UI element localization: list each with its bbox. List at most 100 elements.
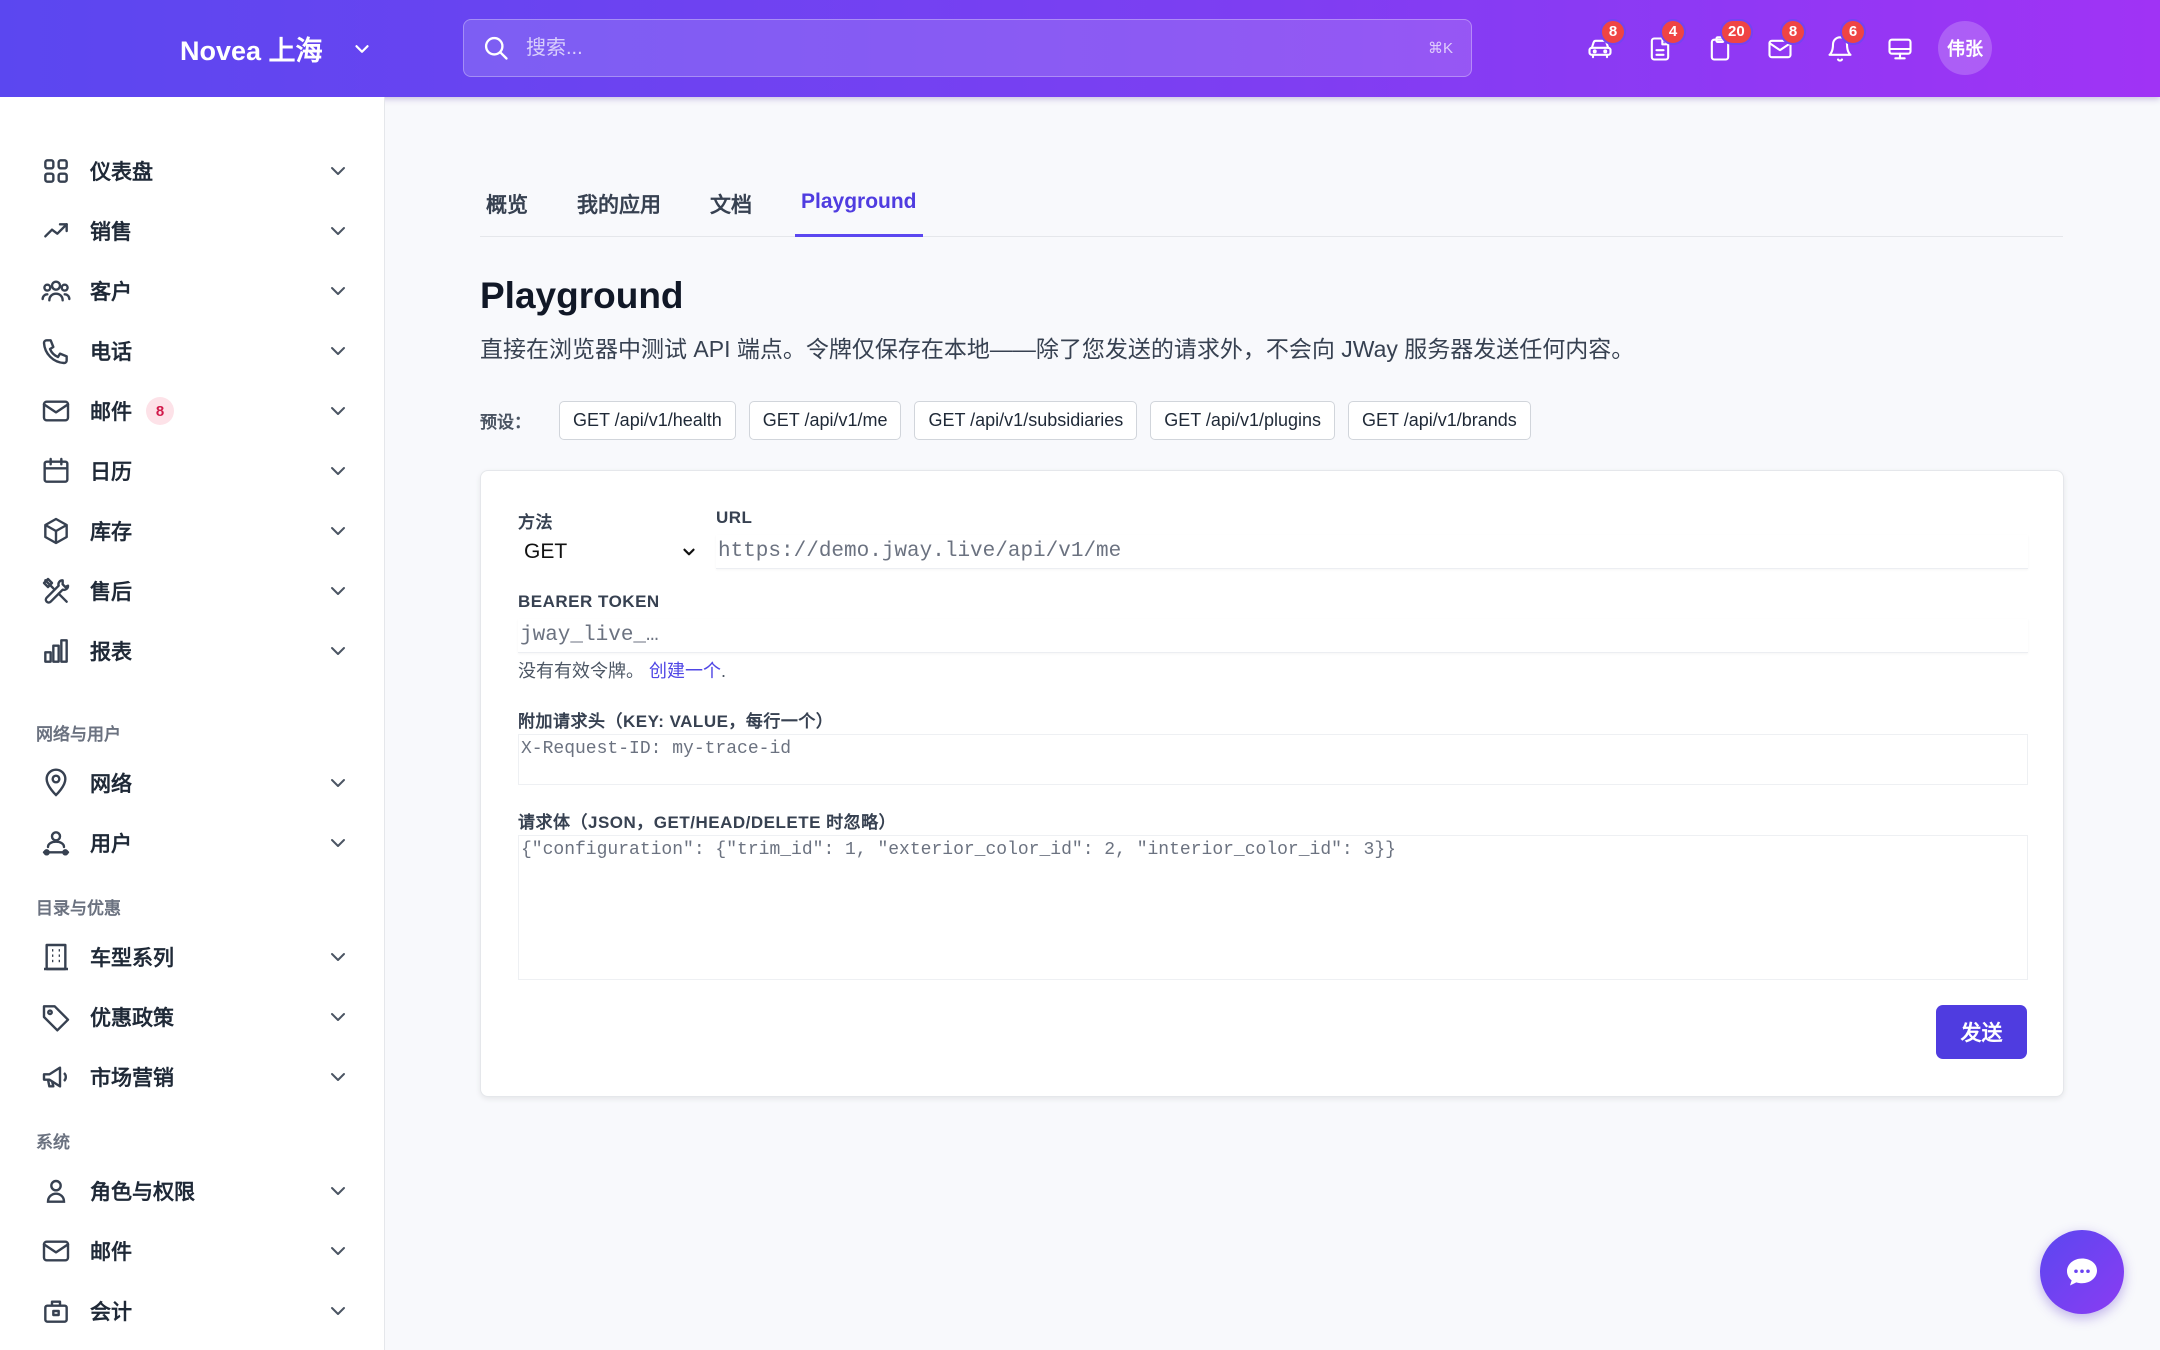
chevron-down-icon — [331, 167, 345, 175]
tag-icon — [40, 1001, 72, 1033]
monitor-icon — [1888, 38, 1912, 59]
user-icon — [40, 1175, 72, 1207]
sidebar-item-marketing[interactable]: 市场营销 — [40, 1049, 350, 1105]
preset-subsidiaries-button[interactable]: GET /api/v1/subsidiaries — [914, 400, 1138, 440]
briefcase-icon — [40, 1295, 72, 1327]
url-input[interactable]: https://demo.jway.live/api/v1/me — [716, 535, 2028, 569]
mail-icon — [40, 395, 72, 427]
sidebar-item-system-mail[interactable]: 邮件 — [40, 1223, 350, 1279]
sidebar-item-label: 优惠政策 — [90, 1007, 174, 1030]
mail-button[interactable]: 8 — [1750, 18, 1810, 79]
notifications-badge: 6 — [1840, 18, 1866, 45]
search-bar[interactable]: ⌘K — [463, 19, 1472, 77]
sidebar-item-roles[interactable]: 角色与权限 — [40, 1163, 350, 1219]
user-network-icon — [40, 827, 72, 859]
chevron-down-icon — [331, 527, 345, 535]
method-select[interactable]: GET — [518, 535, 704, 569]
chevron-down-icon — [331, 227, 345, 235]
headers-placeholder: X-Request-ID: my-trace-id — [521, 739, 792, 759]
notifications-button[interactable]: 6 — [1810, 18, 1870, 79]
sidebar-item-label: 报表 — [90, 641, 132, 664]
sidebar-item-calendar[interactable]: 日历 — [40, 443, 350, 499]
page-tabs: 概览 我的应用 文档 Playground — [480, 170, 2063, 237]
chevron-down-icon — [331, 287, 345, 295]
document-badge: 4 — [1660, 18, 1686, 45]
sidebar-item-label: 用户 — [90, 833, 132, 856]
presets-label: 预设： — [480, 412, 531, 432]
document-button[interactable]: 4 — [1630, 18, 1690, 79]
chevron-down-icon — [331, 467, 345, 475]
sidebar: 仪表盘 销售 客户 电话 邮件 8 日历 库存 售后 报表 网络与用户 网络 用… — [0, 97, 385, 1350]
brand-switcher[interactable]: Novea 上海 — [180, 0, 373, 97]
sidebar-item-label: 网络 — [90, 773, 132, 796]
sidebar-item-promotions[interactable]: 优惠政策 — [40, 989, 350, 1045]
sidebar-item-phone[interactable]: 电话 — [40, 323, 350, 379]
top-header: Novea 上海 ⌘K 8 4 20 8 6 伟张 — [0, 0, 2160, 97]
bearer-token-label: BEARER TOKEN — [518, 592, 660, 611]
chevron-down-icon — [331, 1073, 345, 1081]
tools-icon — [40, 575, 72, 607]
bar-chart-icon — [40, 635, 72, 667]
sidebar-item-after-sales[interactable]: 售后 — [40, 563, 350, 619]
sidebar-item-label: 邮件 — [90, 401, 132, 424]
tab-my-apps[interactable]: 我的应用 — [577, 170, 661, 237]
sidebar-item-label: 角色与权限 — [90, 1181, 195, 1204]
headers-label: 附加请求头（KEY: VALUE，每行一个） — [518, 712, 834, 731]
chevron-down-icon — [331, 839, 345, 847]
page-subtitle: 直接在浏览器中测试 API 端点。令牌仅保存在本地——除了您发送的请求外，不会向… — [480, 336, 1635, 362]
sidebar-item-inventory[interactable]: 库存 — [40, 503, 350, 559]
sidebar-item-models[interactable]: 车型系列 — [40, 929, 350, 985]
sidebar-item-label: 售后 — [90, 581, 132, 604]
headers-textarea[interactable]: X-Request-ID: my-trace-id — [518, 734, 2028, 785]
preset-health-button[interactable]: GET /api/v1/health — [559, 400, 736, 440]
chat-button[interactable] — [2040, 1230, 2124, 1314]
sidebar-item-users[interactable]: 用户 — [40, 815, 350, 871]
body-textarea[interactable]: {"configuration": {"trim_id": 1, "exteri… — [518, 835, 2028, 980]
header-icon-group: 8 4 20 8 6 — [1570, 0, 1930, 97]
url-placeholder: https://demo.jway.live/api/v1/me — [718, 540, 1122, 563]
sidebar-item-accounting[interactable]: 会计 — [40, 1283, 350, 1339]
body-label: 请求体（JSON，GET/HEAD/DELETE 时忽略） — [518, 813, 897, 832]
sidebar-item-dashboard[interactable]: 仪表盘 — [40, 143, 350, 199]
users-icon — [40, 275, 72, 307]
search-input[interactable] — [526, 36, 1428, 60]
sidebar-item-network[interactable]: 网络 — [40, 755, 350, 811]
user-avatar[interactable]: 伟张 — [1938, 21, 1992, 75]
bearer-token-placeholder: jway_live_… — [520, 624, 659, 647]
preset-plugins-button[interactable]: GET /api/v1/plugins — [1150, 400, 1336, 440]
phone-icon — [40, 335, 72, 367]
sidebar-item-sales[interactable]: 销售 — [40, 203, 350, 259]
sidebar-item-label: 日历 — [90, 461, 132, 484]
chevron-down-icon — [331, 779, 345, 787]
sidebar-item-customers[interactable]: 客户 — [40, 263, 350, 319]
send-button[interactable]: 发送 — [1936, 1005, 2027, 1059]
tab-playground[interactable]: Playground — [795, 170, 923, 237]
chevron-down-icon — [331, 347, 345, 355]
tab-overview[interactable]: 概览 — [486, 170, 528, 237]
sidebar-item-label: 库存 — [90, 521, 132, 544]
car-button[interactable]: 8 — [1570, 18, 1630, 79]
method-value: GET — [524, 540, 568, 563]
sidebar-item-label: 会计 — [90, 1301, 132, 1324]
sidebar-item-reports[interactable]: 报表 — [40, 623, 350, 679]
trending-up-icon — [40, 215, 72, 247]
mail-icon — [40, 1235, 72, 1267]
building-icon — [40, 941, 72, 973]
page-title: Playground — [480, 275, 684, 316]
create-token-link[interactable]: 创建一个 — [649, 661, 721, 681]
clipboard-button[interactable]: 20 — [1690, 18, 1753, 79]
preset-me-button[interactable]: GET /api/v1/me — [748, 400, 902, 440]
tab-docs[interactable]: 文档 — [710, 170, 752, 237]
mail-count-badge: 8 — [146, 397, 174, 425]
bearer-token-input[interactable]: jway_live_… — [518, 619, 2028, 653]
search-icon — [484, 36, 508, 60]
box-icon — [40, 515, 72, 547]
display-button[interactable] — [1870, 19, 1930, 79]
preset-brands-button[interactable]: GET /api/v1/brands — [1348, 400, 1531, 440]
section-label-system: 系统 — [36, 1133, 70, 1152]
token-hint-end: . — [721, 661, 727, 681]
sidebar-item-label: 客户 — [90, 281, 132, 304]
method-label: 方法 — [518, 513, 553, 532]
sidebar-item-mail[interactable]: 邮件 8 — [40, 383, 350, 439]
megaphone-icon — [40, 1061, 72, 1093]
